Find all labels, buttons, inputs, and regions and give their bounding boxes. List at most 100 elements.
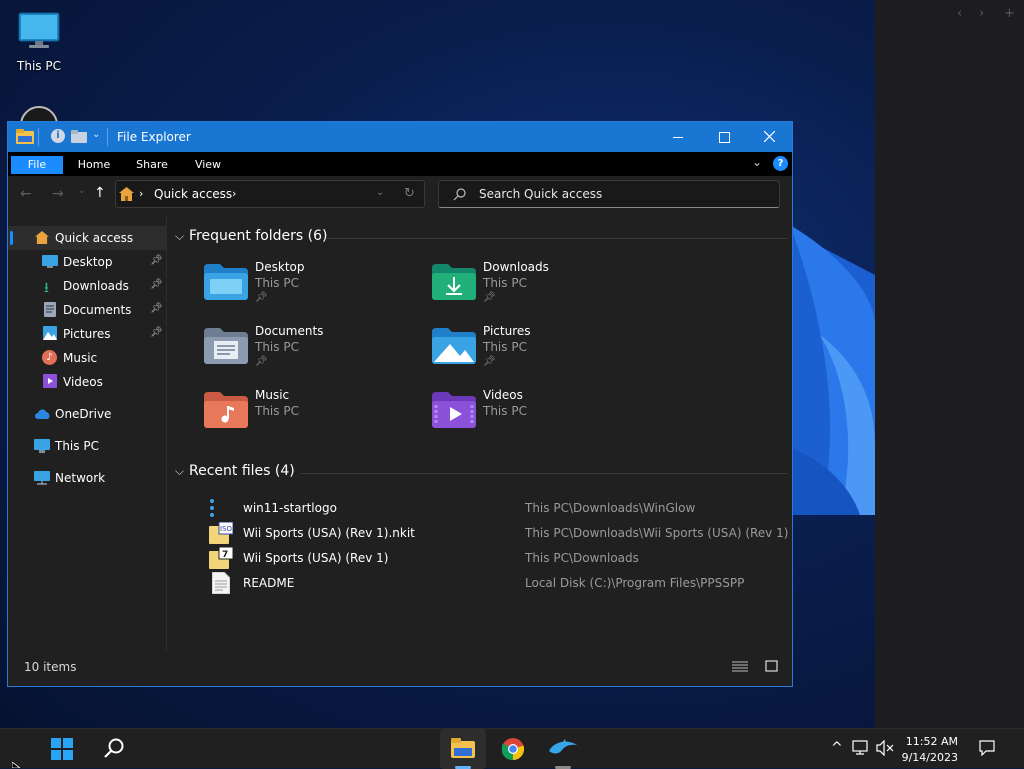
search-input[interactable]: Search Quick access: [438, 180, 780, 208]
tab-home[interactable]: Home: [72, 156, 116, 174]
close-button[interactable]: [747, 122, 792, 152]
home-icon: [35, 231, 49, 244]
ribbon: File Home Share View ⌄ ?: [8, 152, 792, 176]
title-bar[interactable]: i ⌄ File Explorer: [8, 122, 792, 152]
mouse-cursor-icon: [12, 762, 20, 768]
volume-muted-icon[interactable]: [876, 740, 894, 756]
chevron-left-icon[interactable]: ‹: [957, 6, 962, 21]
taskbar-dolphin[interactable]: [540, 729, 586, 769]
search-icon: [453, 188, 466, 201]
clock-date: 9/14/2023: [901, 751, 958, 764]
sidebar-item-videos[interactable]: Videos: [8, 370, 166, 394]
folder-location: This PC: [483, 340, 527, 354]
chevron-right-icon[interactable]: ›: [979, 6, 984, 21]
sidebar-item-onedrive[interactable]: OneDrive: [8, 402, 166, 426]
address-bar[interactable]: › Quick access › ⌄ ↻: [115, 180, 425, 208]
table-row[interactable]: README Local Disk (C:)\Program Files\PPS…: [199, 571, 789, 595]
desktop-icon-this-pc[interactable]: This PC: [14, 10, 64, 76]
generic-file-icon: [210, 499, 214, 517]
window-title: File Explorer: [117, 130, 191, 144]
iso-file-icon: ISO: [209, 522, 233, 544]
up-arrow-icon[interactable]: ↑: [94, 185, 106, 201]
folder-name: Documents: [255, 324, 324, 338]
file-path: Local Disk (C:)\Program Files\PPSSPP: [525, 576, 745, 590]
folder-name: Desktop: [255, 260, 305, 274]
add-icon[interactable]: +: [1004, 6, 1015, 21]
start-button[interactable]: [39, 729, 85, 769]
collapse-chevron-icon: ⌵: [175, 464, 185, 478]
text-file-icon: [212, 572, 230, 594]
folder-tile-music[interactable]: Music This PC: [202, 388, 412, 444]
side-panel: ‹ › +: [875, 0, 1024, 728]
tab-share[interactable]: Share: [130, 156, 174, 174]
folder-tile-videos[interactable]: Videos This PC: [430, 388, 640, 444]
sidebar-item-music[interactable]: ♪ Music: [8, 346, 166, 370]
sidebar-item-pictures[interactable]: Pictures 📌︎: [8, 322, 166, 346]
folder-tile-desktop[interactable]: Desktop This PC 📌︎: [202, 260, 412, 316]
search-icon: [104, 738, 124, 758]
status-bar: 10 items: [8, 652, 792, 686]
address-dropdown-icon[interactable]: ⌄: [376, 187, 384, 198]
file-path: This PC\Downloads\Wii Sports (USA) (Rev …: [525, 526, 789, 540]
breadcrumb[interactable]: Quick access: [154, 187, 232, 201]
network-status-icon[interactable]: [852, 740, 870, 756]
forward-arrow-icon[interactable]: →: [52, 186, 64, 202]
collapse-chevron-icon: ⌵: [175, 229, 185, 243]
pin-icon: 📌︎: [255, 292, 268, 303]
videos-icon: [43, 374, 57, 388]
maximize-button[interactable]: [701, 122, 747, 152]
videos-folder-icon: [432, 392, 476, 428]
new-folder-icon[interactable]: [71, 130, 87, 143]
file-name: Wii Sports (USA) (Rev 1): [243, 551, 389, 565]
folder-tile-downloads[interactable]: Downloads This PC 📌︎: [430, 260, 640, 316]
folder-tile-pictures[interactable]: Pictures This PC 📌︎: [430, 324, 640, 380]
recent-files-header[interactable]: ⌵ Recent files (4): [175, 463, 787, 483]
clock[interactable]: 11:52 AM 9/14/2023: [900, 732, 966, 766]
show-hidden-icons-icon[interactable]: ^: [831, 740, 843, 756]
sidebar-item-this-pc[interactable]: This PC: [8, 434, 166, 458]
sidebar-item-network[interactable]: Network: [8, 466, 166, 490]
sidebar-item-desktop[interactable]: Desktop 📌︎: [8, 250, 166, 274]
details-view-icon[interactable]: [732, 661, 748, 673]
large-icons-view-icon[interactable]: [765, 660, 778, 673]
content-pane: ⌵ Frequent folders (6) Desktop This PC 📌…: [167, 216, 792, 652]
pin-icon: 📌︎: [483, 292, 496, 303]
monitor-icon: [18, 12, 60, 48]
breadcrumb-chevron-icon[interactable]: ›: [232, 187, 236, 200]
chevron-down-icon[interactable]: ⌄: [92, 129, 100, 140]
minimize-icon: [673, 137, 683, 138]
help-icon[interactable]: ?: [773, 156, 788, 171]
expand-ribbon-icon[interactable]: ⌄: [752, 155, 762, 169]
table-row[interactable]: 7 Wii Sports (USA) (Rev 1) This PC\Downl…: [199, 546, 789, 570]
desktop-icon: [42, 255, 58, 268]
recent-locations-icon[interactable]: ⌄: [78, 186, 86, 196]
notification-icon[interactable]: [979, 740, 995, 756]
sidebar-item-downloads[interactable]: ⭳ Downloads 📌︎: [8, 274, 166, 298]
start-icon: [51, 738, 73, 760]
this-pc-icon: [34, 439, 50, 453]
breadcrumb-separator-icon: ›: [139, 187, 144, 200]
sidebar-item-documents[interactable]: Documents 📌︎: [8, 298, 166, 322]
properties-icon[interactable]: i: [51, 129, 65, 143]
back-arrow-icon[interactable]: ←: [20, 186, 32, 202]
table-row[interactable]: ISO Wii Sports (USA) (Rev 1).nkit This P…: [199, 521, 789, 545]
file-explorer-icon: [451, 738, 475, 758]
file-path: This PC\Downloads: [525, 551, 639, 565]
tab-view[interactable]: View: [186, 156, 230, 174]
tab-file[interactable]: File: [11, 156, 63, 174]
home-icon: [119, 187, 134, 201]
dolphin-icon: [549, 739, 577, 754]
archive-file-icon: 7: [209, 547, 233, 569]
taskbar-chrome[interactable]: [490, 729, 536, 769]
frequent-folders-header[interactable]: ⌵ Frequent folders (6): [175, 228, 787, 248]
refresh-icon[interactable]: ↻: [404, 186, 415, 201]
folder-tile-documents[interactable]: Documents This PC 📌︎: [202, 324, 412, 380]
documents-folder-icon: [204, 328, 248, 364]
folder-location: This PC: [483, 276, 527, 290]
search-button[interactable]: [91, 729, 137, 769]
minimize-button[interactable]: [655, 122, 701, 152]
sidebar-item-quick-access[interactable]: Quick access: [8, 226, 166, 250]
table-row[interactable]: win11-startlogo This PC\Downloads\WinGlo…: [199, 496, 789, 520]
pin-icon: 📌︎: [483, 356, 496, 367]
taskbar-file-explorer[interactable]: [440, 729, 486, 769]
